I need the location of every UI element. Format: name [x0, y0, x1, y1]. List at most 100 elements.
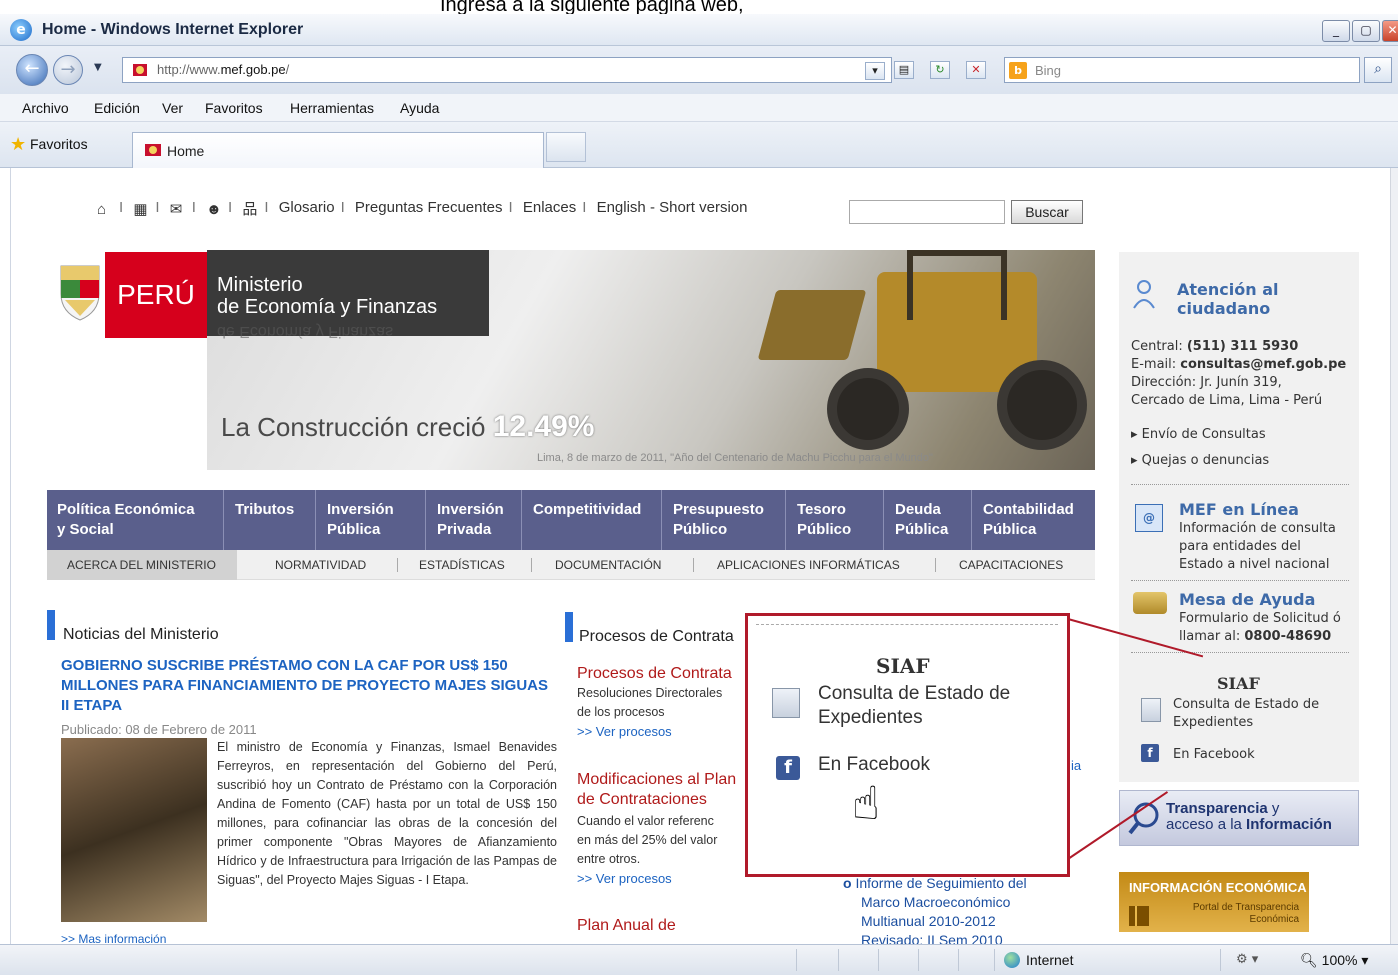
subnav-aplicaciones[interactable]: APLICACIONES INFORMÁTICAS	[717, 558, 900, 572]
menu-ayuda[interactable]: Ayuda	[400, 100, 439, 116]
menu-favoritos[interactable]: Favoritos	[205, 100, 263, 116]
address-field[interactable]: http://www.mef.gob.pe/ ▾	[122, 57, 892, 83]
link-english[interactable]: English - Short version	[597, 199, 748, 216]
siaf-title[interactable]: SIAF	[1217, 674, 1260, 693]
globe-icon	[1004, 952, 1020, 968]
history-dropdown-icon[interactable]: ▼	[94, 62, 102, 73]
nav-presupuesto-publico[interactable]: Presupuesto Público	[673, 500, 764, 540]
facebook-icon[interactable]: f	[1141, 744, 1159, 762]
nav-politica-economica[interactable]: Política Económica y Social	[57, 500, 195, 540]
site-search-button[interactable]: Buscar	[1011, 200, 1083, 224]
tab-label: Home	[167, 143, 205, 159]
ministry-reflection: de Economía y Finanzas	[217, 323, 394, 340]
callout-consulta-link[interactable]: Consulta de Estado de Expedientes	[818, 682, 1010, 730]
back-button[interactable]: ←	[16, 54, 48, 86]
site-search-input[interactable]	[849, 200, 1005, 224]
nav-deuda-publica[interactable]: Deuda Pública	[895, 500, 948, 540]
stop-icon[interactable]: ✕	[966, 61, 986, 79]
facebook-icon[interactable]: f	[776, 756, 800, 780]
minimize-button[interactable]: _	[1322, 20, 1350, 42]
new-tab-button[interactable]	[546, 132, 586, 162]
site-favicon-icon	[133, 64, 147, 76]
modificaciones-link[interactable]: Modificaciones al Plan de Contrataciones	[577, 770, 736, 810]
subnav-estadisticas[interactable]: ESTADÍSTICAS	[419, 558, 505, 572]
link-quejas[interactable]: ▸ Quejas o denuncias	[1131, 452, 1269, 469]
news-headline[interactable]: GOBIERNO SUSCRIBE PRÉSTAMO CON LA CAF PO…	[61, 656, 551, 716]
sitemap-icon[interactable]: ▦	[133, 200, 149, 218]
search-field[interactable]: b Bing	[1004, 57, 1360, 83]
link-preguntas[interactable]: Preguntas Frecuentes	[355, 199, 503, 216]
contact-email[interactable]: E-mail: consultas@mef.gob.pe	[1131, 356, 1346, 373]
infoeco-subtitle: Portal de Transparencia Económica	[1192, 902, 1299, 925]
link-enlaces[interactable]: Enlaces	[523, 199, 576, 216]
report-item[interactable]: o Informe de Seguimiento del Marco Macro…	[843, 874, 1027, 944]
close-button[interactable]: ✕	[1382, 20, 1398, 42]
siaf-zoom-callout: SIAF Consulta de Estado de Expedientes f …	[745, 613, 1070, 877]
facebook-link[interactable]: En Facebook	[1173, 746, 1255, 763]
informacion-economica-banner[interactable]: INFORMACIÓN ECONÓMICA Portal de Transpar…	[1119, 872, 1309, 932]
search-go-icon[interactable]: ⌕	[1364, 57, 1392, 83]
menu-archivo[interactable]: Archivo	[22, 100, 69, 116]
ministry-name: Ministerio de Economía y Finanzas	[217, 274, 438, 318]
peru-logo[interactable]: PERÚ	[47, 252, 207, 352]
maximize-button[interactable]: ▢	[1352, 20, 1380, 42]
main-navigation: Política Económica y Social Tributos Inve…	[47, 490, 1095, 550]
compatibility-view-icon[interactable]: ▤	[894, 61, 914, 79]
hero-banner[interactable]: Ministerio de Economía y Finanzas de Eco…	[207, 250, 1095, 470]
people-icon[interactable]: ☻	[206, 201, 222, 218]
partial-link[interactable]: ia	[1071, 758, 1081, 773]
forward-button[interactable]: →	[53, 55, 83, 85]
banner-date: Lima, 8 de marzo de 2011, "Año del Cente…	[537, 452, 933, 464]
procesos-link[interactable]: Procesos de Contrata	[577, 664, 732, 684]
section-marker	[565, 612, 573, 642]
document-icon	[772, 688, 800, 718]
link-glosario[interactable]: Glosario	[279, 199, 335, 216]
mef-desc-2: para entidades del	[1179, 539, 1301, 554]
menu-ver[interactable]: Ver	[162, 100, 183, 116]
refresh-icon[interactable]: ↻	[930, 61, 950, 79]
subnav-normatividad[interactable]: NORMATIVIDAD	[275, 558, 366, 572]
plan-anual-link[interactable]: Plan Anual de	[577, 916, 676, 936]
mef-en-linea-title[interactable]: MEF en Línea	[1179, 500, 1299, 519]
protected-mode-icon[interactable]: ⚙ ▾	[1236, 952, 1258, 967]
nav-tributos[interactable]: Tributos	[235, 500, 294, 520]
nav-contabilidad-publica[interactable]: Contabilidad Pública	[983, 500, 1074, 540]
nav-inversion-privada[interactable]: Inversión Privada	[437, 500, 504, 540]
mail-icon[interactable]: ✉	[170, 200, 186, 218]
loader-wheel	[827, 368, 909, 450]
procesos-desc-2: de los procesos	[577, 705, 665, 719]
transparencia-text: Transparencia y acceso a la Información	[1166, 800, 1332, 833]
web-page: ⌂ I ▦ I ✉ I ☻ I 品I Glosario I Preguntas Frecu…	[10, 168, 1390, 944]
siaf-desc-2[interactable]: Expedientes	[1173, 714, 1253, 731]
ver-procesos-link[interactable]: >> Ver procesos	[577, 724, 672, 739]
help-desk-icon	[1133, 592, 1167, 614]
menu-edicion[interactable]: Edición	[94, 100, 140, 116]
ver-procesos-link-2[interactable]: >> Ver procesos	[577, 871, 672, 886]
org-chart-icon[interactable]: 品	[242, 198, 258, 218]
news-more-link[interactable]: >> Mas información	[61, 932, 166, 944]
siaf-desc-1[interactable]: Consulta de Estado de	[1173, 696, 1319, 713]
home-icon[interactable]: ⌂	[97, 201, 113, 218]
favorites-star-icon[interactable]: ★	[10, 134, 26, 155]
mesa-ayuda-title[interactable]: Mesa de Ayuda	[1179, 590, 1315, 609]
right-sidebar: Atención al ciudadano Central: (511) 311 …	[1119, 252, 1359, 782]
zoom-level[interactable]: 🔍︎ 100% ▾	[1300, 952, 1368, 969]
news-photo[interactable]	[61, 738, 207, 922]
subnav-documentacion[interactable]: DOCUMENTACIÓN	[555, 558, 661, 572]
menu-herramientas[interactable]: Herramientas	[290, 100, 374, 116]
subnav-capacitaciones[interactable]: CAPACITACIONES	[959, 558, 1063, 572]
nav-inversion-publica[interactable]: Inversión Pública	[327, 500, 394, 540]
nav-tesoro-publico[interactable]: Tesoro Público	[797, 500, 851, 540]
atencion-title[interactable]: Atención al ciudadano	[1177, 280, 1278, 318]
tab-home[interactable]: Home	[132, 132, 544, 168]
favorites-button[interactable]: Favoritos	[30, 136, 88, 152]
page-scrollbar[interactable]	[1390, 168, 1398, 944]
address-dropdown-icon[interactable]: ▾	[865, 62, 885, 80]
nav-competitividad[interactable]: Competitividad	[533, 500, 641, 520]
link-envio-consultas[interactable]: ▸ Envío de Consultas	[1131, 426, 1266, 443]
mesa-desc-1: Formulario de Solicitud ó	[1179, 611, 1341, 626]
callout-facebook-link[interactable]: En Facebook	[818, 754, 930, 776]
subnav-acerca[interactable]: ACERCA DEL MINISTERIO	[67, 558, 216, 572]
procesos-title: Procesos de Contrata	[579, 628, 734, 645]
address-url: http://www.mef.gob.pe/	[157, 62, 290, 77]
